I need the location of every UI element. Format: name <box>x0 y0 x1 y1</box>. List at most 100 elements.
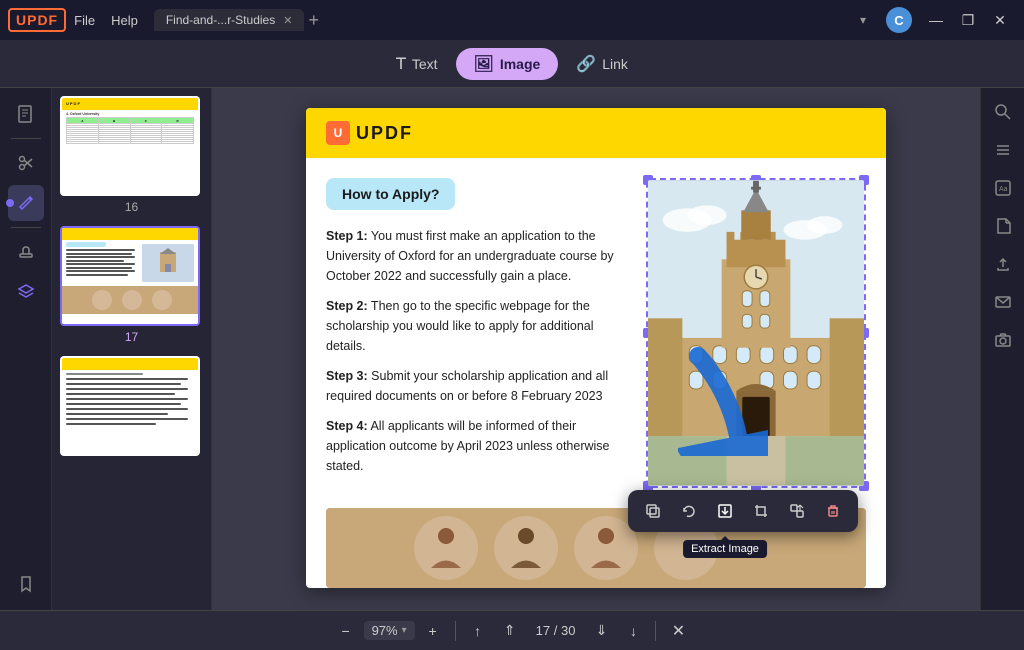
sidebar-stamp-icon[interactable] <box>8 234 44 270</box>
right-upload-icon[interactable] <box>987 248 1019 280</box>
tab-close-btn[interactable]: ✕ <box>283 14 292 27</box>
page16-preview: UPDF 4. Oxford University ABCD <box>62 96 198 196</box>
right-file-icon[interactable] <box>987 210 1019 242</box>
nav-down-single-btn[interactable]: ↓ <box>619 617 647 645</box>
pdf-page: U UPDF How to Apply? Step 1: You must fi… <box>306 108 886 588</box>
page-sep: / <box>554 623 558 638</box>
thumb-num-17: 17 <box>60 330 203 344</box>
right-camera-icon[interactable] <box>987 324 1019 356</box>
help-menu[interactable]: Help <box>111 13 138 28</box>
zoom-out-btn[interactable]: − <box>332 617 360 645</box>
divider <box>11 227 41 228</box>
sidebar-pages-icon[interactable] <box>8 96 44 132</box>
image-tool-btn[interactable]: 🖼 Image <box>456 48 559 80</box>
right-email-icon[interactable] <box>987 286 1019 318</box>
ft-extract-btn[interactable]: Extract Image <box>710 496 740 526</box>
selected-image <box>648 180 864 486</box>
step3-label: Step 3: <box>326 369 368 383</box>
sidebar-scissors-icon[interactable] <box>8 145 44 181</box>
thumbnail-panel: UPDF 4. Oxford University ABCD <box>52 88 212 610</box>
text-label: Text <box>412 56 438 72</box>
nav-up-double-btn[interactable]: ⇑ <box>496 617 524 645</box>
tab-label: Find-and-...r-Studies <box>166 13 275 27</box>
link-label: Link <box>602 56 628 72</box>
link-icon: 🔗 <box>576 54 596 74</box>
page-current: 17 <box>536 623 550 638</box>
zoom-level: 97% <box>372 623 398 638</box>
thumbnail-16[interactable]: UPDF 4. Oxford University ABCD <box>60 96 203 214</box>
bottom-bar: − 97% ▾ + ↑ ⇑ 17 / 30 ⇓ ↓ ✕ <box>0 610 1024 650</box>
title-bar: UPDF File Help Find-and-...r-Studies ✕ +… <box>0 0 1024 40</box>
nav-up-single-btn[interactable]: ↑ <box>464 617 492 645</box>
separator <box>455 621 456 641</box>
tab-bar: Find-and-...r-Studies ✕ + ▾ <box>154 9 872 31</box>
title-menu: File Help <box>74 13 138 28</box>
ft-replace-btn[interactable] <box>782 496 812 526</box>
updf-logo-icon: U <box>326 121 350 145</box>
step4-label: Step 4: <box>326 419 368 433</box>
step3-text: Step 3: Submit your scholarship applicat… <box>326 366 630 406</box>
editing-toolbar: 𝖳 Text 🖼 Image 🔗 Link <box>0 40 1024 88</box>
tab-dropdown[interactable]: ▾ <box>854 11 872 29</box>
page-indicator: 17 / 30 <box>528 623 584 638</box>
step3-content: Submit your scholarship application and … <box>326 369 608 403</box>
tab-add-btn[interactable]: + <box>308 10 319 31</box>
step1-text: Step 1: You must first make an applicati… <box>326 226 630 286</box>
float-toolbar: Extract Image <box>628 490 858 532</box>
bottom-close-btn[interactable]: ✕ <box>664 617 692 645</box>
step1-content: You must first make an application to th… <box>326 229 614 283</box>
sidebar-bookmark-icon[interactable] <box>8 566 44 602</box>
image-label: Image <box>500 56 540 72</box>
right-menu-icon[interactable] <box>987 134 1019 166</box>
right-ocr-icon[interactable]: Aa <box>987 172 1019 204</box>
ft-crop-btn[interactable] <box>746 496 776 526</box>
page18-preview <box>62 356 198 456</box>
thumbnail-18[interactable] <box>60 356 203 456</box>
nav-down-double-btn[interactable]: ⇓ <box>587 617 615 645</box>
active-indicator <box>6 199 14 207</box>
ft-rotate-left-btn[interactable] <box>674 496 704 526</box>
main-area: UPDF 4. Oxford University ABCD <box>0 88 1024 610</box>
right-search-icon[interactable] <box>987 96 1019 128</box>
page-header: U UPDF <box>306 108 886 158</box>
thumbnail-17[interactable]: 17 <box>60 226 203 344</box>
minimize-btn[interactable]: — <box>920 6 952 34</box>
sidebar-right: Aa <box>980 88 1024 610</box>
page-total: 30 <box>561 623 575 638</box>
step1-label: Step 1: <box>326 229 368 243</box>
app-logo: UPDF <box>8 8 66 32</box>
content-area: U UPDF How to Apply? Step 1: You must fi… <box>212 88 980 610</box>
zoom-dropdown-arrow[interactable]: ▾ <box>402 625 407 636</box>
ft-delete-btn[interactable] <box>818 496 848 526</box>
text-column: How to Apply? Step 1: You must first mak… <box>326 178 646 488</box>
ft-copy-btn[interactable] <box>638 496 668 526</box>
updf-logo-text: UPDF <box>356 123 413 144</box>
text-icon: 𝖳 <box>396 54 406 74</box>
image-icon: 🖼 <box>474 54 494 74</box>
zoom-in-btn[interactable]: + <box>419 617 447 645</box>
sidebar-annotate-icon[interactable] <box>8 185 44 221</box>
sidebar-layers-icon[interactable] <box>8 274 44 310</box>
svg-text:Aa: Aa <box>999 186 1008 193</box>
step4-text: Step 4: All applicants will be informed … <box>326 416 630 476</box>
step2-label: Step 2: <box>326 299 368 313</box>
file-menu[interactable]: File <box>74 13 95 28</box>
maximize-btn[interactable]: ❐ <box>952 6 984 34</box>
image-selection-box[interactable]: Extract Image <box>646 178 866 488</box>
text-tool-btn[interactable]: 𝖳 Text <box>378 48 455 80</box>
avatar: C <box>886 7 912 33</box>
step4-content: All applicants will be informed of their… <box>326 419 610 473</box>
active-tab[interactable]: Find-and-...r-Studies ✕ <box>154 9 305 31</box>
separator2 <box>655 621 656 641</box>
page17-preview <box>62 226 198 326</box>
window-controls: — ❐ ✕ <box>920 6 1016 34</box>
image-column: Extract Image <box>646 178 866 488</box>
page-body: How to Apply? Step 1: You must first mak… <box>306 158 886 508</box>
close-btn[interactable]: ✕ <box>984 6 1016 34</box>
step2-text: Step 2: Then go to the specific webpage … <box>326 296 630 356</box>
zoom-control[interactable]: 97% ▾ <box>364 621 415 640</box>
thumb-num-16: 16 <box>60 200 203 214</box>
divider <box>11 138 41 139</box>
link-tool-btn[interactable]: 🔗 Link <box>558 48 646 80</box>
how-to-box: How to Apply? <box>326 178 455 210</box>
